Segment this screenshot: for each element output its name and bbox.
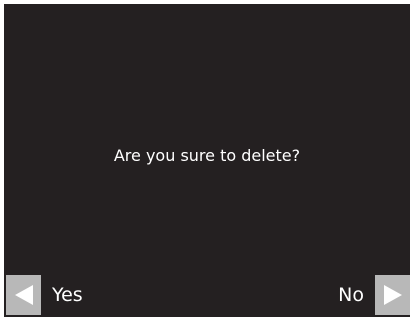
no-button[interactable]: No xyxy=(338,275,410,315)
yes-label[interactable]: Yes xyxy=(52,284,83,306)
arrow-left-icon[interactable] xyxy=(6,275,41,315)
confirm-message: Are you sure to delete? xyxy=(113,146,301,165)
yes-button[interactable]: Yes xyxy=(6,275,83,315)
no-label[interactable]: No xyxy=(338,284,364,306)
arrow-right-icon[interactable] xyxy=(375,275,410,315)
confirm-delete-screen: Are you sure to delete? Yes No xyxy=(4,4,410,317)
